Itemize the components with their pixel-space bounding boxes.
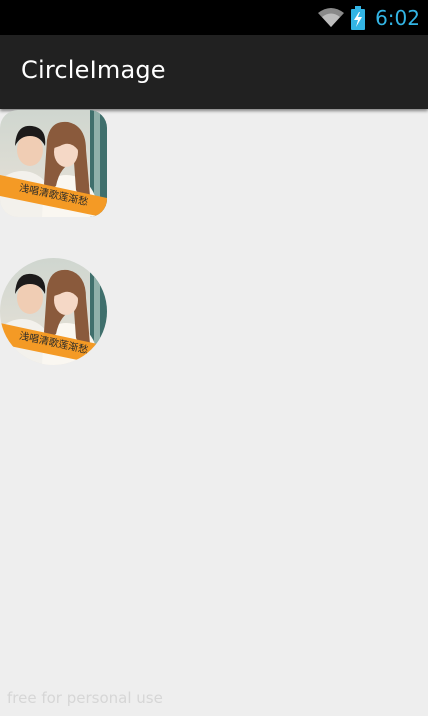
app-title: CircleImage — [21, 56, 166, 84]
couple-photo-illustration: 浅唱清歌莲渐愁 — [0, 110, 107, 217]
battery-charging-icon — [351, 6, 366, 30]
wifi-icon — [318, 8, 345, 27]
action-bar: CircleImage — [0, 35, 428, 109]
status-icons: 6:02 — [317, 4, 420, 32]
couple-photo-illustration: 浅唱清歌莲渐愁 — [0, 258, 107, 365]
status-time: 6:02 — [375, 6, 420, 30]
status-bar: 6:02 — [0, 0, 428, 35]
rounded-photo[interactable]: 浅唱清歌莲渐愁 — [0, 110, 107, 217]
circle-photo[interactable]: 浅唱清歌莲渐愁 — [0, 258, 107, 365]
watermark-text: free for personal use — [7, 689, 163, 707]
